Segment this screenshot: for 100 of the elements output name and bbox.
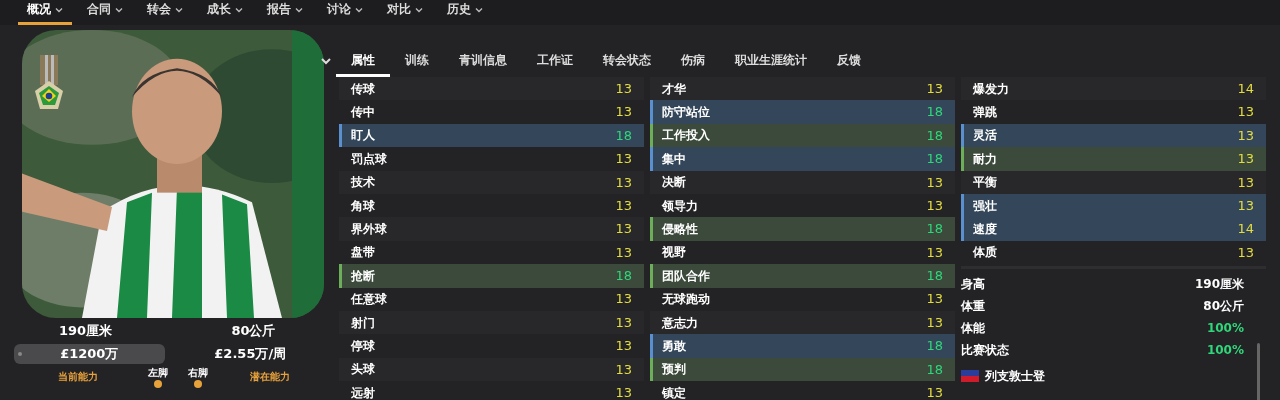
- attribute-value: 13: [926, 313, 943, 332]
- nav-tab[interactable]: 概况: [18, 0, 72, 25]
- attribute-value: 13: [615, 173, 632, 192]
- attribute-name: 传球: [351, 80, 375, 98]
- foot-dot: [154, 379, 162, 388]
- nav-tab[interactable]: 报告: [258, 0, 312, 25]
- attribute-value: 13: [1237, 196, 1254, 215]
- attribute-value: 13: [926, 196, 943, 215]
- attribute-name: 强壮: [973, 197, 997, 215]
- attribute-value: 13: [615, 243, 632, 262]
- player-height: 190厘米: [57, 322, 113, 340]
- tab[interactable]: 职业生涯统计: [720, 47, 822, 77]
- attribute-name: 任意球: [351, 291, 387, 309]
- tab[interactable]: 转会状态: [588, 47, 666, 77]
- info-value: 80公斤: [1203, 298, 1244, 316]
- nationality-label: 列支敦士登: [985, 368, 1045, 386]
- caret-icon: [355, 6, 363, 13]
- tab[interactable]: 工作证: [522, 47, 588, 77]
- attribute-value: 18: [926, 337, 943, 356]
- foot-label: 左脚: [148, 366, 168, 378]
- attribute-name: 弹跳: [973, 104, 997, 122]
- attribute-value: 13: [926, 243, 943, 262]
- attribute-value: 13: [615, 79, 632, 98]
- attribute-value: 13: [615, 220, 632, 239]
- attribute-name: 工作投入: [662, 127, 710, 145]
- caret-icon: [175, 6, 183, 13]
- attribute-name: 侵略性: [662, 221, 698, 239]
- player-weight: 80公斤: [230, 322, 277, 340]
- attribute-value: 18: [926, 150, 943, 169]
- attribute-value: 18: [926, 103, 943, 122]
- attribute-value: 13: [1237, 243, 1254, 262]
- attribute-name: 爆发力: [973, 80, 1009, 98]
- info-label: 比赛状态: [961, 342, 1009, 360]
- info-value: 190厘米: [1194, 276, 1244, 294]
- attribute-value: 13: [615, 150, 632, 169]
- foot-dot: [194, 379, 202, 388]
- attribute-value: 14: [1237, 220, 1254, 239]
- attribute-value: 14: [1237, 79, 1254, 98]
- info-label: 身高: [961, 276, 985, 294]
- attribute-value: 13: [615, 360, 632, 379]
- attribute-name: 预判: [662, 361, 686, 379]
- tab[interactable]: 训练: [390, 47, 444, 77]
- attribute-name: 灵活: [973, 127, 997, 145]
- player-value: £1200万: [60, 344, 119, 363]
- attribute-name: 决断: [662, 174, 686, 192]
- attribute-value: 13: [615, 337, 632, 356]
- attribute-value: 18: [615, 267, 632, 286]
- attribute-value: 13: [615, 290, 632, 309]
- attribute-value: 13: [1237, 173, 1254, 192]
- attribute-name: 界外球: [351, 221, 387, 239]
- attribute-name: 体质: [973, 244, 997, 262]
- attribute-value: 13: [615, 103, 632, 122]
- flag-icon: [961, 370, 979, 383]
- attribute-name: 射门: [351, 314, 375, 332]
- foot-label: 右脚: [188, 366, 208, 378]
- caret-icon: [55, 6, 63, 13]
- nav-tab[interactable]: 合同: [78, 0, 132, 25]
- attribute-name: 无球跑动: [662, 291, 710, 309]
- attribute-name: 意志力: [662, 314, 698, 332]
- info-label: 体重: [961, 298, 985, 316]
- nav-tab[interactable]: 讨论: [318, 0, 372, 25]
- player-wage: £2.55万/周: [213, 344, 288, 363]
- caret-icon: [415, 6, 423, 13]
- caret-icon: [295, 6, 303, 13]
- attribute-name: 传中: [351, 104, 375, 122]
- attribute-value: 13: [926, 79, 943, 98]
- tab[interactable]: 伤病: [666, 47, 720, 77]
- tab[interactable]: 反馈: [822, 47, 876, 77]
- attribute-name: 头球: [351, 361, 375, 379]
- attribute-name: 抢断: [351, 267, 375, 285]
- attribute-name: 技术: [351, 174, 375, 192]
- caret-icon: [235, 6, 243, 13]
- attribute-value: 18: [926, 267, 943, 286]
- nav-tab[interactable]: 转会: [138, 0, 192, 25]
- attribute-name: 视野: [662, 244, 686, 262]
- attribute-name: 领导力: [662, 197, 698, 215]
- chevron-down-icon[interactable]: [321, 57, 331, 65]
- attribute-name: 耐力: [973, 150, 997, 168]
- attribute-value: 18: [926, 360, 943, 379]
- nav-tab[interactable]: 历史: [438, 0, 492, 25]
- tab[interactable]: 青训信息: [444, 47, 522, 77]
- attribute-value: 13: [615, 313, 632, 332]
- attribute-name: 停球: [351, 338, 375, 355]
- caret-icon: [475, 6, 483, 13]
- attribute-value: 18: [615, 126, 632, 145]
- nav-tab[interactable]: 对比: [378, 0, 432, 25]
- attribute-value: 13: [926, 290, 943, 309]
- attribute-name: 团队合作: [662, 267, 710, 285]
- nav-tab[interactable]: 成长: [198, 0, 252, 25]
- attribute-name: 镇定: [662, 384, 686, 400]
- attribute-name: 盯人: [351, 127, 375, 145]
- attribute-value: 18: [926, 126, 943, 145]
- caret-icon: [115, 6, 123, 13]
- attribute-value: 13: [615, 384, 632, 400]
- ability-label: 潜在能力: [249, 370, 291, 383]
- attribute-name: 勇敢: [662, 338, 686, 355]
- attribute-name: 罚点球: [351, 150, 387, 168]
- attribute-name: 远射: [351, 384, 375, 400]
- info-value: 100%: [1206, 342, 1244, 360]
- attribute-name: 防守站位: [662, 104, 710, 122]
